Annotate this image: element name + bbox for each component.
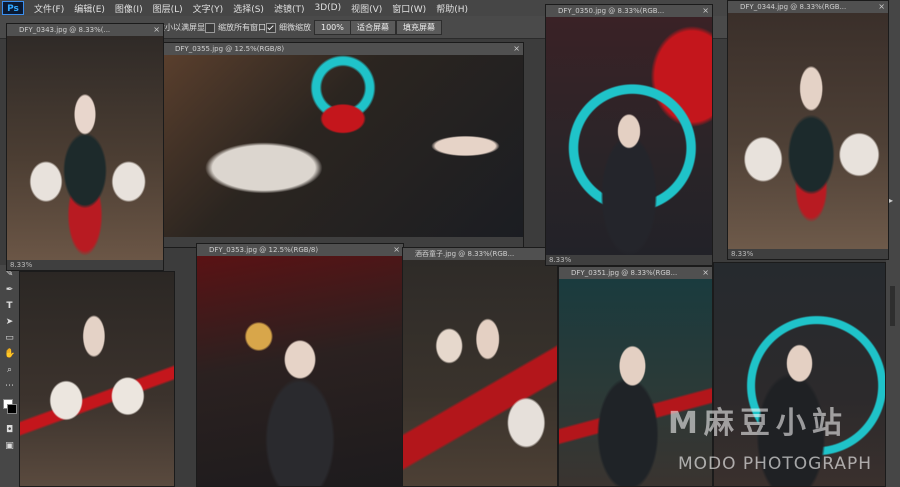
menu-file[interactable]: 文件(F) <box>34 2 64 15</box>
document-tab[interactable]: DFY_0355.jpg @ 12.5%(RGB/8) <box>163 43 523 55</box>
document-title: DFY_0350.jpg @ 8.33%(RGB... <box>558 7 665 15</box>
document-window-0344[interactable]: DFY_0344.jpg @ 8.33%(RGB... × 8.33% <box>727 0 889 260</box>
document-image[interactable] <box>728 13 888 249</box>
pen-icon[interactable]: ✒ <box>4 285 15 296</box>
document-window-strip[interactable] <box>19 271 175 487</box>
document-tab[interactable]: DFY_0350.jpg @ 8.33%(RGB... <box>546 5 712 17</box>
document-tab[interactable]: DFY_0343.jpg @ 8.33%(... <box>7 24 163 36</box>
watermark-subtitle: MODO PHOTOGRAPH <box>678 454 873 474</box>
close-icon[interactable]: × <box>702 5 709 17</box>
document-window-shuten[interactable]: 酒吞童子.jpg @ 8.33%(RGB... × <box>402 247 558 487</box>
close-icon[interactable]: × <box>513 43 520 55</box>
quick-mask-icon[interactable]: ◘ <box>4 425 15 436</box>
screen-mode-icon[interactable]: ▣ <box>4 441 15 452</box>
menu-filter[interactable]: 滤镜(T) <box>274 2 305 15</box>
menu-3d[interactable]: 3D(D) <box>314 3 341 13</box>
document-image[interactable] <box>163 55 523 237</box>
zoom-all-label: 缩放所有窗口 <box>218 23 266 32</box>
menu-edit[interactable]: 编辑(E) <box>74 2 105 15</box>
scrubby-zoom-checkbox[interactable]: 细微缩放 <box>266 22 311 33</box>
document-tab[interactable]: DFY_0351.jpg @ 8.33%(RGB... <box>559 267 712 279</box>
menu-layer[interactable]: 图层(L) <box>153 2 183 15</box>
document-tab[interactable]: 酒吞童子.jpg @ 8.33%(RGB... <box>403 248 557 260</box>
fill-screen-button[interactable]: 填充屏幕 <box>396 20 442 35</box>
document-window-0355[interactable]: DFY_0355.jpg @ 12.5%(RGB/8) × <box>162 42 524 248</box>
app-logo: Ps <box>2 1 24 15</box>
document-title: DFY_0351.jpg @ 8.33%(RGB... <box>571 269 678 277</box>
document-tab[interactable]: DFY_0353.jpg @ 12.5%(RGB/8) <box>197 244 403 256</box>
zoom-readout: 8.33% <box>7 260 163 270</box>
document-window-0353[interactable]: DFY_0353.jpg @ 12.5%(RGB/8) × <box>196 243 404 487</box>
document-title: DFY_0343.jpg @ 8.33%(... <box>19 26 111 34</box>
document-image[interactable] <box>197 256 403 486</box>
document-image[interactable] <box>546 17 712 255</box>
fit-screen-button[interactable]: 适合屏幕 <box>350 20 396 35</box>
zoom-readout: 8.33% <box>546 255 712 265</box>
menu-view[interactable]: 视图(V) <box>351 2 382 15</box>
more-tools-icon[interactable]: ⋯ <box>4 381 15 392</box>
panel-toggle-icon[interactable]: ▸ <box>889 196 893 205</box>
scrubby-zoom-label: 细微缩放 <box>279 23 311 32</box>
document-image[interactable] <box>7 36 163 260</box>
menu-image[interactable]: 图像(I) <box>115 2 143 15</box>
zoom-icon[interactable]: ⌕ <box>4 365 15 376</box>
zoom-all-checkbox[interactable]: 缩放所有窗口 <box>205 22 266 33</box>
menu-type[interactable]: 文字(Y) <box>193 2 224 15</box>
checkbox-mark <box>205 22 215 33</box>
document-title: 酒吞童子.jpg @ 8.33%(RGB... <box>415 250 515 258</box>
close-icon[interactable]: × <box>878 1 885 13</box>
menu-select[interactable]: 选择(S) <box>233 2 264 15</box>
document-window-0350[interactable]: DFY_0350.jpg @ 8.33%(RGB... × 8.33% <box>545 4 713 266</box>
document-image[interactable] <box>403 260 557 486</box>
background-color-swatch[interactable] <box>7 404 17 414</box>
document-window-0343[interactable]: DFY_0343.jpg @ 8.33%(... × 8.33% <box>6 23 164 271</box>
watermark-brand: M麻豆小站 <box>668 406 848 441</box>
type-tool-icon[interactable]: T <box>4 301 15 312</box>
close-icon[interactable]: × <box>153 24 160 36</box>
document-title: DFY_0344.jpg @ 8.33%(RGB... <box>740 3 847 11</box>
close-icon[interactable]: × <box>393 244 400 256</box>
zoom-100-button[interactable]: 100% <box>314 20 351 35</box>
document-image[interactable] <box>20 272 174 486</box>
close-icon[interactable]: × <box>702 267 709 279</box>
checkbox-mark <box>266 22 276 33</box>
watermark: M麻豆小站 MODO PHOTOGRAPH <box>666 398 896 486</box>
rectangle-icon[interactable]: ▭ <box>4 333 15 344</box>
document-title: DFY_0353.jpg @ 12.5%(RGB/8) <box>209 246 319 254</box>
menu-window[interactable]: 窗口(W) <box>392 2 426 15</box>
document-tab[interactable]: DFY_0344.jpg @ 8.33%(RGB... <box>728 1 888 13</box>
zoom-readout: 8.33% <box>728 249 888 259</box>
menu-help[interactable]: 帮助(H) <box>436 2 468 15</box>
path-select-icon[interactable]: ➤ <box>4 317 15 328</box>
panel-scrollbar[interactable] <box>890 286 895 326</box>
tools-panel: ✎ ✒ T ➤ ▭ ✋ ⌕ ⋯ ◘ ▣ <box>0 265 20 487</box>
document-title: DFY_0355.jpg @ 12.5%(RGB/8) <box>175 45 285 53</box>
hand-icon[interactable]: ✋ <box>4 349 15 360</box>
